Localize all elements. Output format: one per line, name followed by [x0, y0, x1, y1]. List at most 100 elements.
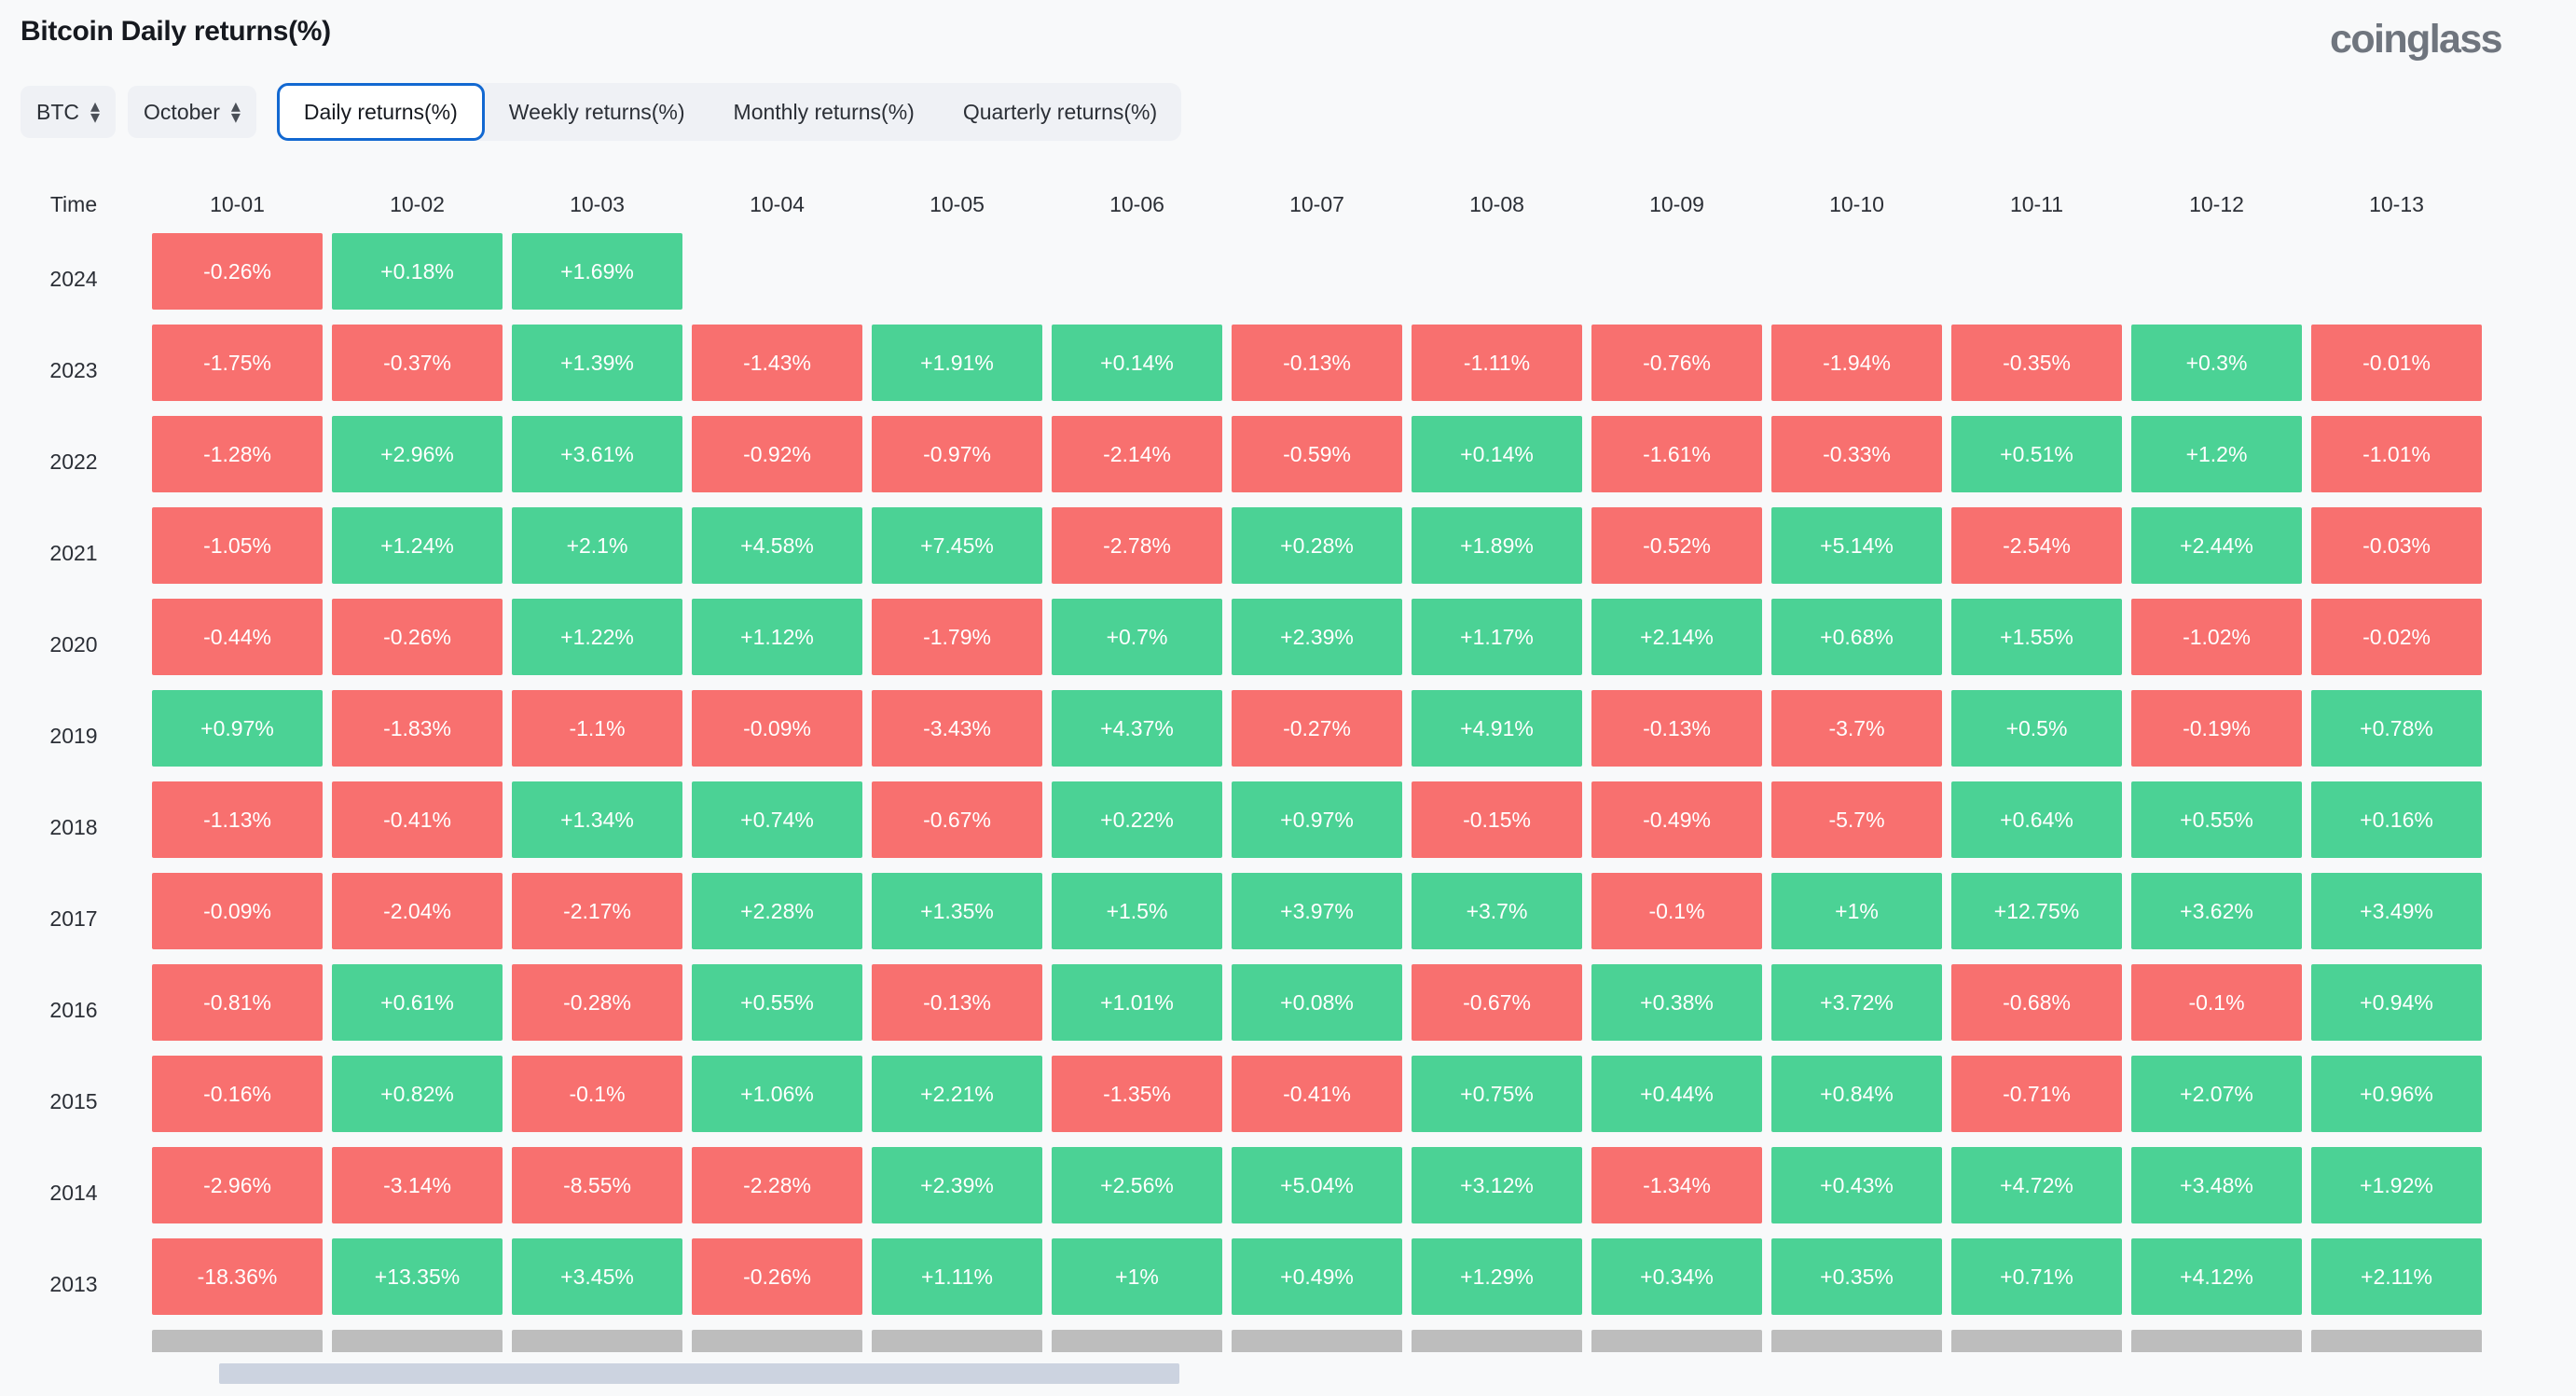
cell[interactable]: +4.58%	[687, 507, 867, 599]
cell[interactable]: +1.22%	[507, 599, 687, 690]
cell[interactable]: -2.04%	[327, 873, 507, 964]
cell[interactable]: +1.89%	[1407, 507, 1587, 599]
cell[interactable]: -0.13%	[1587, 690, 1767, 781]
cell[interactable]: -2.96%	[147, 1147, 327, 1238]
cell[interactable]: +2.21%	[867, 1056, 1047, 1147]
cell[interactable]	[1587, 233, 1767, 325]
cell[interactable]: +2.07%	[2127, 1056, 2307, 1147]
cell[interactable]: +0.97%	[1227, 781, 1407, 873]
cell[interactable]: +4.37%	[1047, 690, 1227, 781]
cell[interactable]: -5.7%	[1767, 781, 1947, 873]
cell[interactable]: +0.68%	[1767, 599, 1947, 690]
cell[interactable]: +5.04%	[1227, 1147, 1407, 1238]
cell[interactable]: +1.5%	[1047, 873, 1227, 964]
cell[interactable]: +3.48%	[2127, 1147, 2307, 1238]
cell[interactable]: -0.13%	[1227, 325, 1407, 416]
cell[interactable]: -2.78%	[1047, 507, 1227, 599]
cell[interactable]: +1.50%	[2127, 1330, 2307, 1352]
cell[interactable]: +0.28%	[1227, 507, 1407, 599]
returns-table-scroll-area[interactable]: Time 10-01 10-02 10-03 10-04 10-05 10-06 10-07 1…	[0, 175, 2576, 1352]
cell[interactable]: -0.71%	[1947, 1056, 2127, 1147]
cell[interactable]: +4.91%	[1407, 690, 1587, 781]
cell[interactable]: -1.01%	[2307, 416, 2486, 507]
cell[interactable]: +5.14%	[1767, 507, 1947, 599]
cell[interactable]: -0.59%	[1227, 416, 1407, 507]
cell[interactable]: +0.86%	[867, 1330, 1047, 1352]
cell[interactable]: -0.81%	[147, 964, 327, 1056]
cell[interactable]: +1.35%	[867, 873, 1047, 964]
cell[interactable]: -0.67%	[867, 781, 1047, 873]
cell[interactable]: +0.44%	[1587, 1056, 1767, 1147]
month-select[interactable]: October ▴ ▾	[128, 86, 256, 138]
horizontal-scrollbar-thumb[interactable]	[219, 1363, 1179, 1384]
cell[interactable]	[1047, 233, 1227, 325]
cell[interactable]: +1.69%	[507, 233, 687, 325]
cell[interactable]: +0.49%	[1227, 1238, 1407, 1330]
cell[interactable]: +1.39%	[507, 325, 687, 416]
cell[interactable]: +1.34%	[507, 781, 687, 873]
cell[interactable]: +1.29%	[1407, 1238, 1587, 1330]
tab-quarterly-returns[interactable]: Quarterly returns(%)	[939, 83, 1181, 141]
cell[interactable]: +0.93%	[327, 1330, 507, 1352]
cell[interactable]: -0.27%	[1227, 690, 1407, 781]
cell[interactable]: +0.97%	[147, 690, 327, 781]
cell[interactable]: +0.84%	[1767, 1056, 1947, 1147]
cell[interactable]: -1.28%	[147, 416, 327, 507]
cell[interactable]: +3.72%	[1767, 964, 1947, 1056]
cell[interactable]: +0.16%	[2307, 781, 2486, 873]
cell[interactable]: -1.02%	[2127, 599, 2307, 690]
cell[interactable]: +2.39%	[1227, 599, 1407, 690]
cell[interactable]: +0.14%	[1407, 416, 1587, 507]
cell[interactable]	[1407, 233, 1587, 325]
cell[interactable]: -2.54%	[1947, 507, 2127, 599]
cell[interactable]: -1.34%	[1587, 1147, 1767, 1238]
cell[interactable]: -0.26%	[327, 599, 507, 690]
cell[interactable]: -0.41%	[1227, 1056, 1407, 1147]
cell[interactable]: -0.92%	[687, 416, 867, 507]
cell[interactable]: -0.19%	[2127, 690, 2307, 781]
cell[interactable]: +2.11%	[2307, 1238, 2486, 1330]
cell[interactable]: +0.82%	[327, 1056, 507, 1147]
tab-monthly-returns[interactable]: Monthly returns(%)	[709, 83, 939, 141]
cell[interactable]: +0.64%	[1947, 781, 2127, 873]
cell[interactable]: -18.36%	[147, 1238, 327, 1330]
cell[interactable]: -0.68%	[1947, 964, 2127, 1056]
cell[interactable]: +1.37%	[1407, 1330, 1587, 1352]
cell[interactable]: -2.14%	[1047, 416, 1227, 507]
cell[interactable]: -0.15%	[1587, 1330, 1767, 1352]
cell[interactable]: -1.75%	[147, 325, 327, 416]
cell[interactable]	[2307, 233, 2486, 325]
cell[interactable]: +0.84%	[2307, 1330, 2486, 1352]
cell[interactable]: -0.03%	[2307, 507, 2486, 599]
cell[interactable]: +4.12%	[2127, 1238, 2307, 1330]
cell[interactable]: +0.43%	[1767, 1147, 1947, 1238]
cell[interactable]: +0.22%	[1047, 781, 1227, 873]
cell[interactable]: +0.55%	[687, 964, 867, 1056]
cell[interactable]: -0.02%	[2307, 599, 2486, 690]
cell[interactable]: -3.7%	[1767, 690, 1947, 781]
cell[interactable]: +4.72%	[1947, 1147, 2127, 1238]
cell[interactable]: -1.11%	[1407, 325, 1587, 416]
cell[interactable]: +3.61%	[507, 416, 687, 507]
cell[interactable]: -0.1%	[1587, 873, 1767, 964]
cell[interactable]: +1%	[1767, 873, 1947, 964]
cell[interactable]: +3.12%	[1407, 1147, 1587, 1238]
cell[interactable]: +2.44%	[2127, 507, 2307, 599]
cell[interactable]: +0.35%	[1767, 1238, 1947, 1330]
cell[interactable]: -0.67%	[1407, 964, 1587, 1056]
cell[interactable]: +1.01%	[1047, 964, 1227, 1056]
cell[interactable]: -1.05%	[147, 507, 327, 599]
cell[interactable]: -0.09%	[147, 873, 327, 964]
cell[interactable]: +0.71%	[1947, 1238, 2127, 1330]
cell[interactable]: +2.14%	[1587, 599, 1767, 690]
cell[interactable]: +0.22%	[507, 1330, 687, 1352]
cell[interactable]	[1767, 233, 1947, 325]
cell[interactable]: +0.7%	[1047, 599, 1227, 690]
cell[interactable]: +0.04%	[1767, 1330, 1947, 1352]
cell[interactable]: +1.24%	[327, 507, 507, 599]
cell[interactable]	[1947, 233, 2127, 325]
cell[interactable]: -2.17%	[507, 873, 687, 964]
cell[interactable]: -0.49%	[1587, 781, 1767, 873]
cell[interactable]: -0.97%	[867, 416, 1047, 507]
cell[interactable]: +1.2%	[2127, 416, 2307, 507]
